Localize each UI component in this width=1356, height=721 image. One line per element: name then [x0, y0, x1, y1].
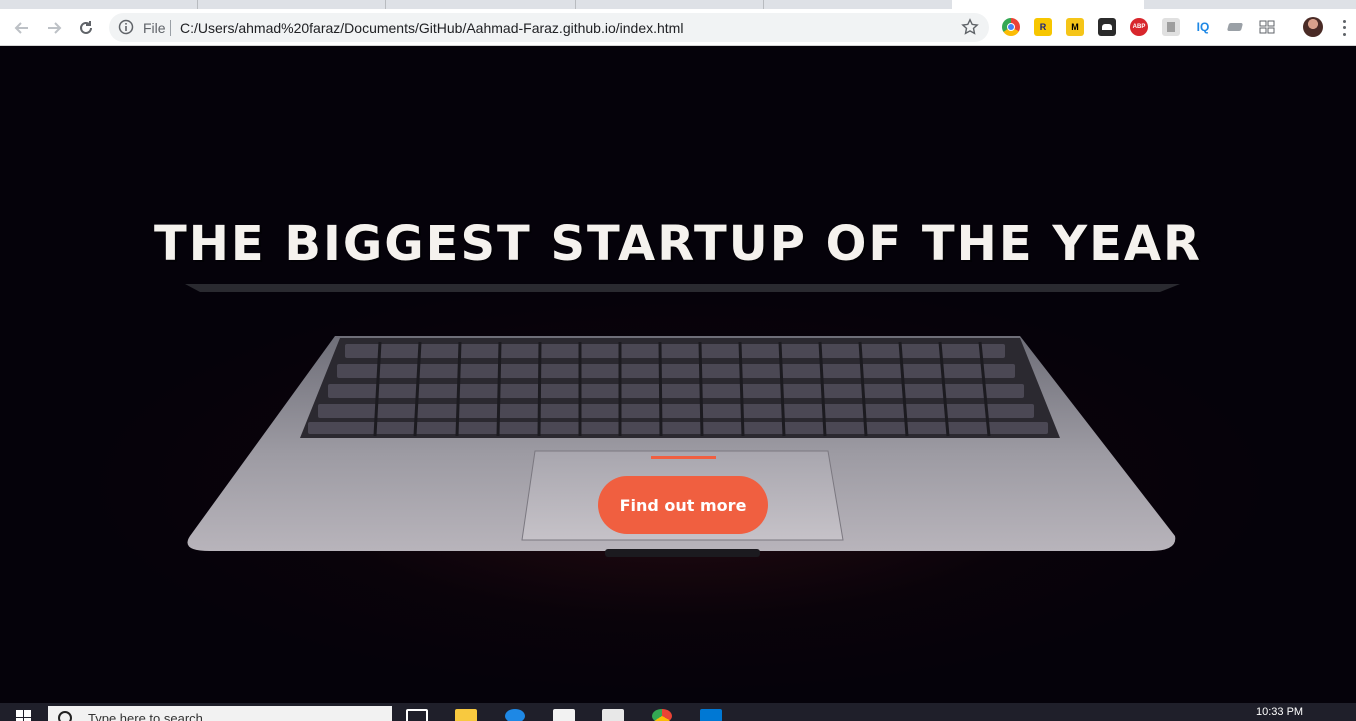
notes-icon[interactable]: R [1034, 18, 1052, 36]
mail-icon[interactable] [553, 709, 575, 721]
profile-avatar[interactable] [1303, 17, 1323, 37]
browser-tab[interactable] [576, 0, 764, 9]
back-button[interactable] [10, 16, 34, 40]
color-picker-icon[interactable] [1002, 18, 1020, 36]
search-icon [58, 711, 72, 721]
address-bar[interactable]: File C:/Users/ahmad%20faraz/Documents/Gi… [109, 13, 989, 42]
reload-icon [80, 21, 92, 34]
windows-taskbar: Type here to search 10:33 PM [0, 703, 1356, 721]
file-explorer-icon[interactable] [455, 709, 477, 721]
hero-headline: THE BIGGEST STARTUP OF THE YEAR [154, 216, 1202, 272]
forward-arrow-icon [48, 22, 62, 34]
bookmark-star-icon[interactable] [961, 18, 979, 36]
hero-divider [651, 456, 716, 459]
forward-button[interactable] [42, 16, 66, 40]
ghost-icon[interactable] [1098, 18, 1116, 36]
browser-tab-active[interactable] [952, 0, 1144, 9]
vscode-icon[interactable] [700, 709, 722, 721]
chrome-icon[interactable] [652, 709, 672, 721]
cast-icon[interactable] [1226, 18, 1244, 36]
browser-toolbar: File C:/Users/ahmad%20faraz/Documents/Gi… [0, 9, 1356, 46]
browser-tab[interactable] [386, 0, 576, 9]
adblock-plus-icon[interactable]: ABP [1130, 18, 1148, 36]
store-icon[interactable] [602, 709, 624, 721]
taskbar-search-placeholder: Type here to search [88, 711, 203, 721]
taskbar-search-box[interactable]: Type here to search [48, 706, 392, 721]
tab-strip [0, 0, 1356, 9]
edge-icon[interactable] [505, 709, 525, 721]
task-view-icon[interactable] [406, 709, 428, 721]
browser-tab[interactable] [0, 0, 198, 9]
omnibox-separator [170, 20, 171, 36]
reload-button[interactable] [74, 16, 98, 40]
scheme-label: File [143, 20, 166, 36]
browser-menu-button[interactable] [1337, 18, 1351, 38]
info-icon[interactable] [118, 19, 134, 35]
back-arrow-icon [14, 22, 28, 34]
windows-start-icon[interactable] [16, 710, 32, 721]
laptop-image [185, 284, 1180, 557]
browser-tab[interactable] [198, 0, 386, 9]
mega-icon[interactable]: M [1066, 18, 1084, 36]
grid-glyph-icon [1259, 20, 1275, 34]
taskbar-clock[interactable]: 10:33 PM [1256, 706, 1303, 718]
tab-grid-icon[interactable] [1258, 18, 1276, 36]
url-text[interactable]: C:/Users/ahmad%20faraz/Documents/GitHub/… [180, 20, 683, 36]
pdf-icon[interactable] [1162, 18, 1180, 36]
hero-section: THE BIGGEST STARTUP OF THE YEAR Find out… [0, 46, 1356, 703]
iq-icon[interactable]: IQ [1194, 18, 1212, 36]
find-out-more-button[interactable]: Find out more [598, 476, 768, 534]
